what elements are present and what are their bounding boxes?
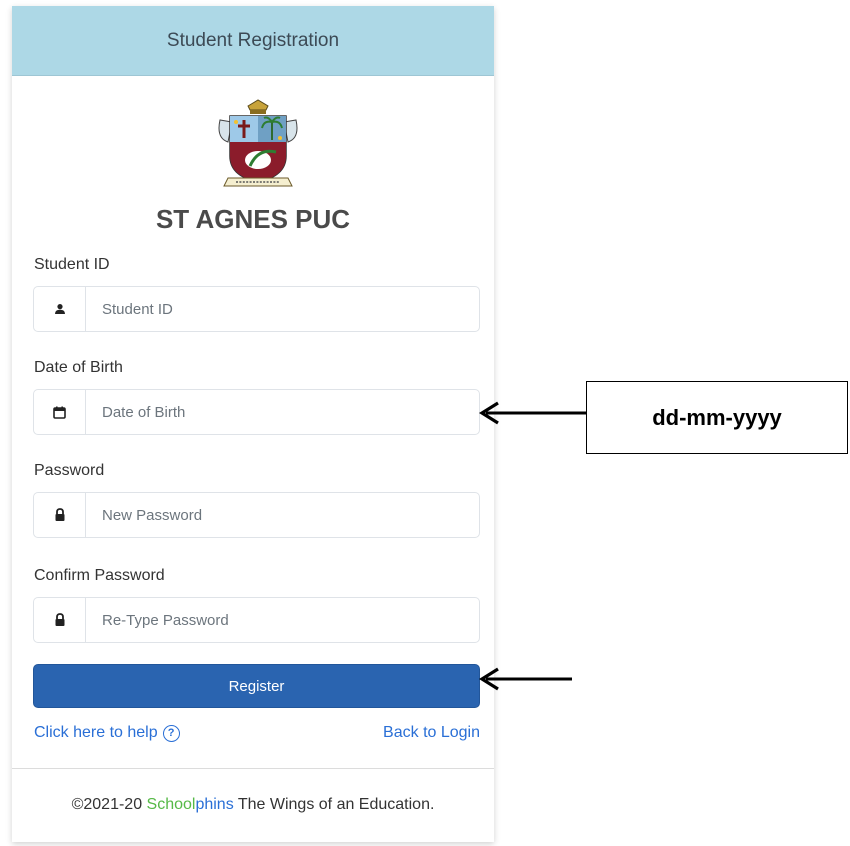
student-id-input[interactable] — [86, 287, 479, 331]
page-title: Student Registration — [166, 29, 340, 51]
footer-copyright: ©2021-20 — [71, 796, 147, 813]
footer-tagline: The Wings of an Education. — [233, 796, 435, 813]
confirm-password-label: Confirm Password — [34, 567, 165, 584]
footer: ©2021-20 Schoolphins The Wings of an Edu… — [12, 796, 494, 814]
user-icon — [34, 287, 86, 331]
dob-format-text: dd-mm-yyyy — [652, 404, 782, 430]
lock-icon — [34, 598, 86, 642]
confirm-password-input[interactable] — [86, 598, 479, 642]
help-link[interactable]: Click here to help ? — [34, 724, 180, 742]
student-id-input-group — [33, 286, 480, 332]
password-input[interactable] — [86, 493, 479, 537]
arrow-left-icon — [478, 401, 586, 425]
back-to-login-link[interactable]: Back to Login — [383, 724, 480, 742]
question-circle-icon: ? — [162, 724, 180, 742]
student-id-label: Student ID — [34, 256, 110, 273]
school-name: ST AGNES PUC — [155, 204, 351, 234]
dob-input[interactable] — [86, 390, 479, 434]
register-button[interactable]: Register — [33, 664, 480, 708]
school-crest-logo — [218, 99, 298, 187]
dob-label: Date of Birth — [34, 359, 123, 376]
help-link-label: Click here to help — [34, 724, 158, 741]
footer-brand-school: School — [146, 796, 196, 813]
footer-brand-phins: phins — [195, 796, 234, 813]
arrow-left-icon — [478, 667, 572, 691]
password-label: Password — [34, 462, 105, 479]
registration-card: Student Registration ST AGNES PUC Studen… — [12, 6, 494, 842]
dob-format-annotation: dd-mm-yyyy — [586, 381, 848, 454]
password-input-group — [33, 492, 480, 538]
lock-icon — [34, 493, 86, 537]
dob-input-group — [33, 389, 480, 435]
calendar-icon — [34, 390, 86, 434]
confirm-password-input-group — [33, 597, 480, 643]
footer-divider — [12, 768, 494, 769]
card-header: Student Registration — [12, 6, 494, 76]
